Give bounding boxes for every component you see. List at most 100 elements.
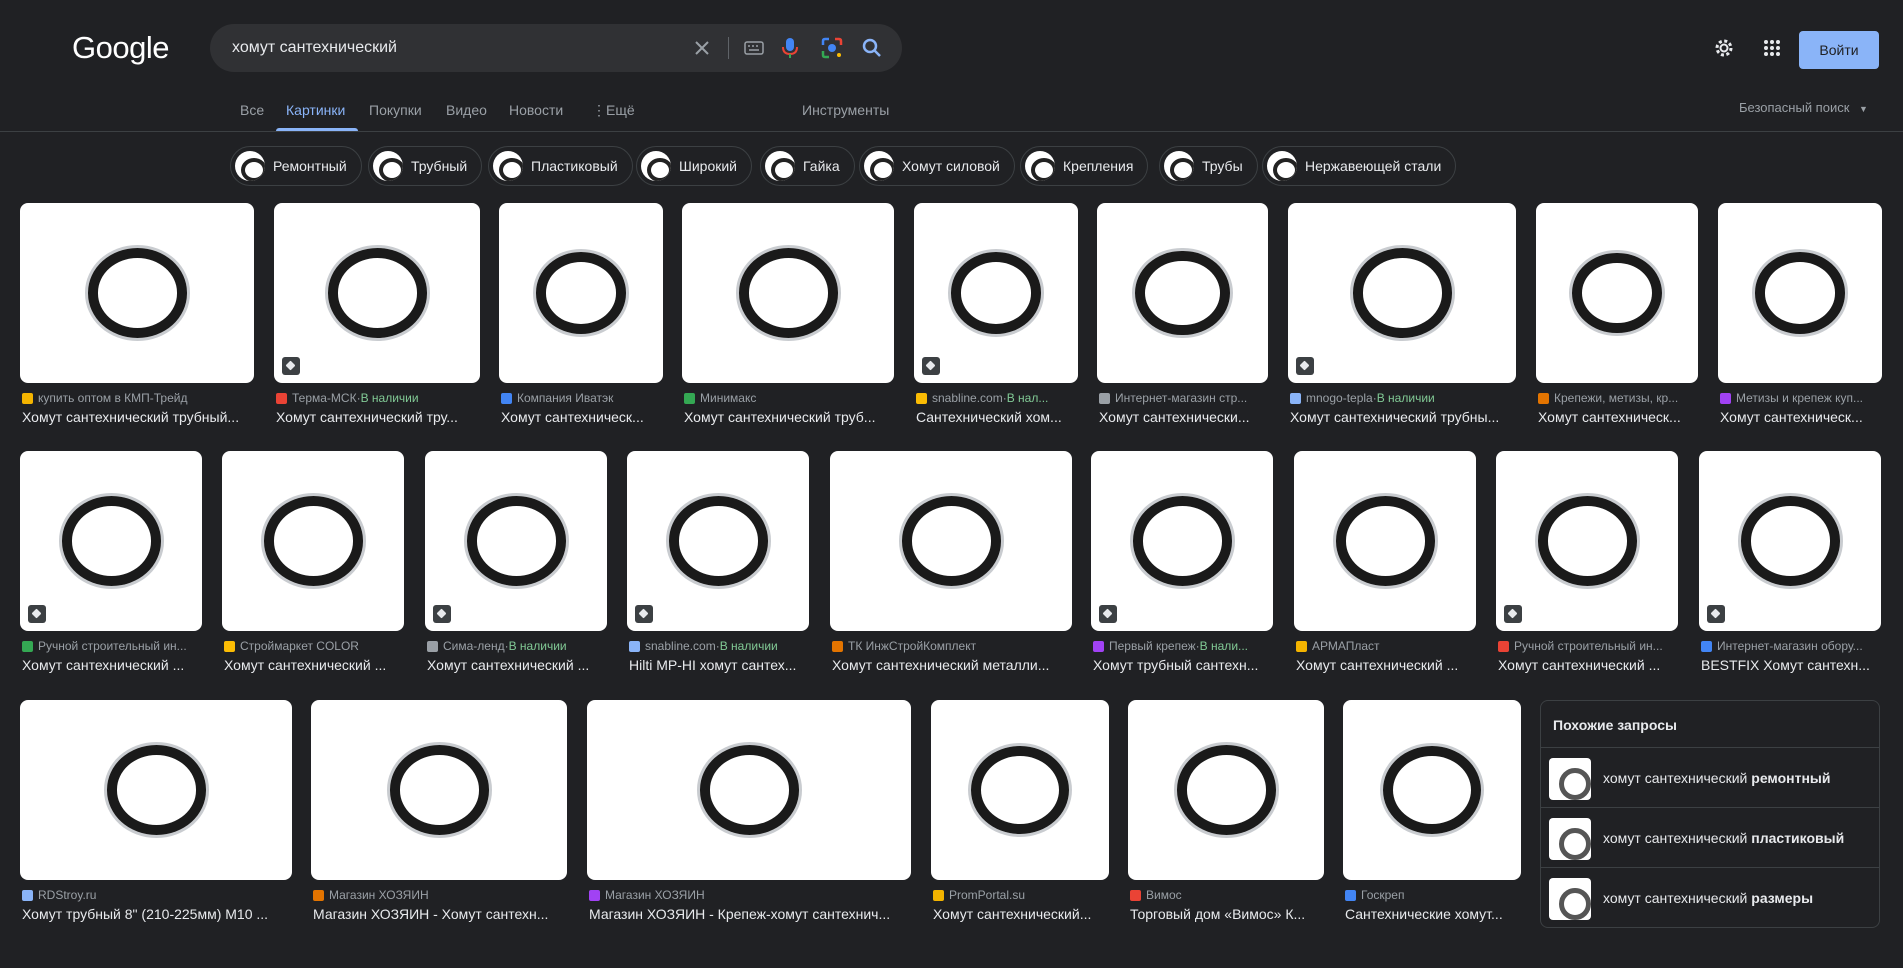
image-result-card[interactable]: snabline.com · В наличии Hilti MP-HI хому…: [627, 451, 809, 687]
result-thumbnail[interactable]: [931, 700, 1109, 880]
result-thumbnail[interactable]: [587, 700, 911, 880]
result-source[interactable]: купить оптом в КМП-Трейд: [22, 391, 256, 405]
image-result-card[interactable]: snabline.com · В нал... Сантехнический хо…: [914, 203, 1078, 439]
chip-plastikovy[interactable]: Пластиковый: [488, 146, 633, 186]
image-result-card[interactable]: Магазин ХОЗЯИН Магазин ХОЗЯИН - Хомут сан…: [311, 700, 567, 936]
result-title[interactable]: Хомут сантехнический ...: [22, 657, 204, 673]
image-result-card[interactable]: Интернет-магазин обору... BESTFIX Хомут с…: [1699, 451, 1881, 687]
result-source[interactable]: ТК ИнжСтройКомплект: [832, 639, 1074, 653]
result-thumbnail[interactable]: [499, 203, 663, 383]
result-source[interactable]: АРМАПласт: [1296, 639, 1478, 653]
chip-shiroky[interactable]: Широкий: [636, 146, 752, 186]
result-source[interactable]: Терма-МСК · В наличии: [276, 391, 482, 405]
login-button[interactable]: Войти: [1799, 31, 1879, 69]
result-title[interactable]: Хомут сантехнически...: [1099, 409, 1270, 425]
result-thumbnail[interactable]: [1128, 700, 1324, 880]
image-result-card[interactable]: PromPortal.su Хомут сантехнический...: [931, 700, 1109, 936]
result-title[interactable]: Хомут трубный 8" (210-225мм) M10 ...: [22, 906, 294, 922]
image-result-card[interactable]: Крепежи, метизы, кр... Хомут сантехническ…: [1536, 203, 1698, 439]
chip-truby[interactable]: Трубы: [1159, 146, 1258, 186]
image-result-card[interactable]: Минимакс Хомут сантехнический труб...: [682, 203, 894, 439]
image-result-card[interactable]: Магазин ХОЗЯИН Магазин ХОЗЯИН - Крепеж-хо…: [587, 700, 911, 936]
result-source[interactable]: mnogo-tepla · В наличии: [1290, 391, 1518, 405]
result-thumbnail[interactable]: [20, 700, 292, 880]
result-source[interactable]: Вимос: [1130, 888, 1326, 902]
result-source[interactable]: snabline.com · В наличии: [629, 639, 811, 653]
result-thumbnail[interactable]: [1699, 451, 1881, 631]
image-result-card[interactable]: ТК ИнжСтройКомплект Хомут сантехнический …: [830, 451, 1072, 687]
result-source[interactable]: Ручной строительный ин...: [22, 639, 204, 653]
result-title[interactable]: Сантехнические хомут...: [1345, 906, 1523, 922]
safesearch-dropdown[interactable]: Безопасный поиск ▼: [1739, 100, 1868, 115]
result-source[interactable]: Метизы и крепеж куп...: [1720, 391, 1884, 405]
result-thumbnail[interactable]: [1536, 203, 1698, 383]
result-title[interactable]: Сантехнический хом...: [916, 409, 1080, 425]
result-source[interactable]: Госкреп: [1345, 888, 1523, 902]
result-source[interactable]: Первый крепеж · В нали...: [1093, 639, 1275, 653]
image-result-card[interactable]: RDStroy.ru Хомут трубный 8" (210-225мм) M…: [20, 700, 292, 936]
tab-news[interactable]: Новости: [509, 102, 563, 118]
result-title[interactable]: Хомут сантехнический тру...: [276, 409, 482, 425]
tab-shopping[interactable]: Покупки: [369, 102, 422, 118]
image-result-card[interactable]: Сима-ленд · В наличии Хомут сантехнически…: [425, 451, 607, 687]
result-title[interactable]: Магазин ХОЗЯИН - Крепеж-хомут сантехнич.…: [589, 906, 913, 922]
image-result-card[interactable]: АРМАПласт Хомут сантехнический ...: [1294, 451, 1476, 687]
tab-images[interactable]: Картинки: [286, 102, 345, 118]
result-source[interactable]: Минимакс: [684, 391, 896, 405]
result-thumbnail[interactable]: [222, 451, 404, 631]
result-title[interactable]: Хомут сантехническ...: [1538, 409, 1700, 425]
result-title[interactable]: Хомут сантехнический ...: [224, 657, 406, 673]
result-thumbnail[interactable]: [425, 451, 607, 631]
chip-remontny[interactable]: Ремонтный: [230, 146, 362, 186]
result-thumbnail[interactable]: [311, 700, 567, 880]
result-thumbnail[interactable]: [682, 203, 894, 383]
related-search-item[interactable]: хомут сантехнический пластиковый: [1541, 807, 1879, 867]
result-title[interactable]: Магазин ХОЗЯИН - Хомут сантехн...: [313, 906, 569, 922]
image-result-card[interactable]: Вимос Торговый дом «Вимос» К...: [1128, 700, 1324, 936]
google-logo[interactable]: Google: [72, 30, 169, 66]
clear-icon[interactable]: [690, 36, 714, 60]
result-title[interactable]: Хомут сантехническ...: [1720, 409, 1884, 425]
result-source[interactable]: PromPortal.su: [933, 888, 1111, 902]
result-thumbnail[interactable]: [1097, 203, 1268, 383]
image-result-card[interactable]: Метизы и крепеж куп... Хомут сантехническ…: [1718, 203, 1882, 439]
result-source[interactable]: Интернет-магазин обору...: [1701, 639, 1883, 653]
image-result-card[interactable]: Компания Иватэк Хомут сантехническ...: [499, 203, 663, 439]
result-thumbnail[interactable]: [914, 203, 1078, 383]
search-input[interactable]: [232, 24, 692, 72]
search-icon[interactable]: [860, 36, 884, 60]
lens-icon[interactable]: [820, 36, 844, 60]
result-thumbnail[interactable]: [20, 203, 254, 383]
result-thumbnail[interactable]: [1343, 700, 1521, 880]
image-result-card[interactable]: Ручной строительный ин... Хомут сантехнич…: [1496, 451, 1678, 687]
tab-more[interactable]: Ещё: [606, 102, 635, 118]
result-source[interactable]: Интернет-магазин стр...: [1099, 391, 1270, 405]
result-thumbnail[interactable]: [1294, 451, 1476, 631]
result-title[interactable]: Хомут сантехнический ...: [1296, 657, 1478, 673]
result-title[interactable]: Хомут сантехнический...: [933, 906, 1111, 922]
image-result-card[interactable]: Первый крепеж · В нали... Хомут трубный с…: [1091, 451, 1273, 687]
result-title[interactable]: Hilti MP-HI хомут сантех...: [629, 657, 811, 673]
result-source[interactable]: Магазин ХОЗЯИН: [313, 888, 569, 902]
result-source[interactable]: Крепежи, метизы, кр...: [1538, 391, 1700, 405]
result-title[interactable]: Хомут сантехнический трубны...: [1290, 409, 1518, 425]
result-thumbnail[interactable]: [1496, 451, 1678, 631]
image-result-card[interactable]: Интернет-магазин стр... Хомут сантехничес…: [1097, 203, 1268, 439]
result-thumbnail[interactable]: [1288, 203, 1516, 383]
result-title[interactable]: Хомут трубный сантехн...: [1093, 657, 1275, 673]
result-source[interactable]: snabline.com · В нал...: [916, 391, 1080, 405]
result-title[interactable]: Хомут сантехнический металли...: [832, 657, 1074, 673]
result-thumbnail[interactable]: [627, 451, 809, 631]
image-result-card[interactable]: Ручной строительный ин... Хомут сантехнич…: [20, 451, 202, 687]
result-title[interactable]: Хомут сантехнический трубный...: [22, 409, 256, 425]
gear-icon[interactable]: [1712, 36, 1736, 60]
mic-icon[interactable]: [778, 36, 802, 60]
tools-button[interactable]: Инструменты: [802, 102, 889, 118]
related-search-item[interactable]: хомут сантехнический размеры: [1541, 867, 1879, 927]
chip-trubny[interactable]: Трубный: [368, 146, 483, 186]
image-result-card[interactable]: купить оптом в КМП-Трейд Хомут сантехниче…: [20, 203, 254, 439]
chip-khomut-silovoy[interactable]: Хомут силовой: [859, 146, 1015, 186]
apps-icon[interactable]: [1760, 36, 1784, 60]
result-title[interactable]: Хомут сантехническ...: [501, 409, 665, 425]
result-source[interactable]: Ручной строительный ин...: [1498, 639, 1680, 653]
